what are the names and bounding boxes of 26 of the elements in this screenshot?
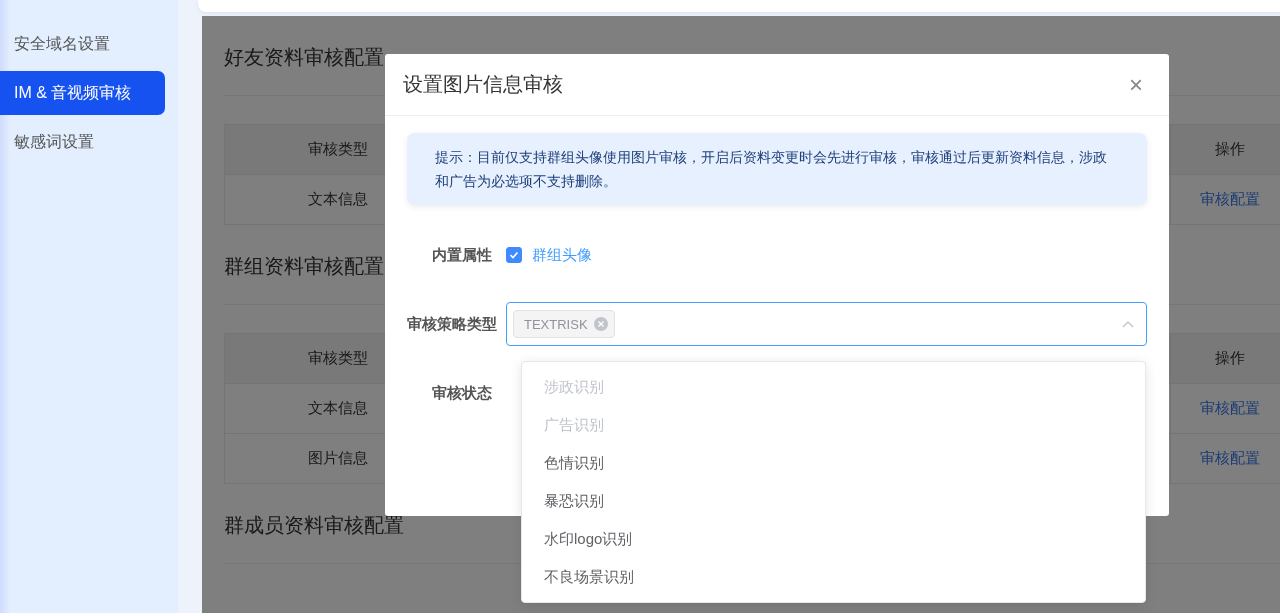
config-link[interactable]: 审核配置 xyxy=(1199,449,1260,468)
notice-text: 提示：目前仅支持群组头像使用图片审核，开启后资料变更时会先进行审核，审核通过后更新资料信息，涉政和广告为必选项不支持删除。 xyxy=(407,133,1147,205)
config-link[interactable]: 审核配置 xyxy=(1199,190,1260,209)
table-header: 操作 xyxy=(1171,125,1280,175)
dialog-title: 设置图片信息审核 xyxy=(403,72,563,97)
checkbox-label[interactable]: 群组头像 xyxy=(532,245,592,265)
section-title: 群成员资料审核配置 xyxy=(224,513,404,538)
field-label: 审核策略类型 xyxy=(407,314,498,334)
dropdown-option[interactable]: 暴恐识别 xyxy=(522,482,1145,520)
dropdown-option[interactable]: 色情识别 xyxy=(522,444,1145,482)
section-title: 群组资料审核配置 xyxy=(224,254,384,279)
check-icon xyxy=(509,250,519,260)
close-icon[interactable] xyxy=(593,317,608,331)
tag-text: TEXTRISK xyxy=(524,316,588,332)
section-title: 好友资料审核配置 xyxy=(224,45,384,70)
select-field[interactable]: TEXTRISK xyxy=(506,302,1147,346)
table-header: 操作 xyxy=(1171,334,1280,384)
close-button[interactable]: × xyxy=(1125,70,1147,99)
dropdown-option[interactable]: 水印logo识别 xyxy=(522,520,1145,558)
dropdown-option[interactable]: 不良场景识别 xyxy=(522,558,1145,596)
config-link[interactable]: 审核配置 xyxy=(1199,399,1260,418)
sidebar-item[interactable]: 安全域名设置 xyxy=(0,22,165,66)
sidebar-item[interactable]: 敏感词设置 xyxy=(0,120,165,164)
checkbox[interactable] xyxy=(506,247,522,263)
field-label: 内置属性 xyxy=(431,245,493,265)
sidebar-item[interactable]: IM & 音视频审核 xyxy=(0,71,165,115)
